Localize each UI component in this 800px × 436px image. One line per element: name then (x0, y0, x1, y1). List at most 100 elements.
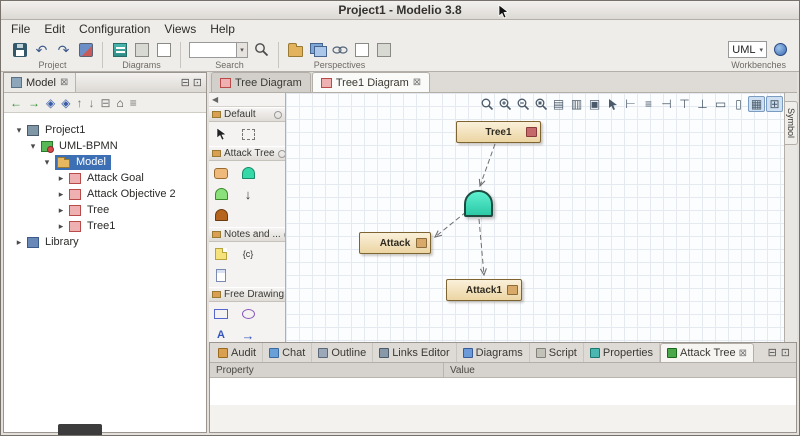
switch-configuration-icon[interactable] (77, 41, 94, 58)
expand-arrow-icon[interactable]: ▸ (56, 189, 66, 200)
perspective-edit-icon[interactable] (375, 41, 392, 58)
move-up-icon[interactable]: ↑ (76, 96, 82, 110)
expand-arrow-icon[interactable]: ▸ (14, 237, 24, 248)
constraint-tool[interactable]: {c} (239, 246, 257, 262)
align-left-icon[interactable]: ⊢ (622, 96, 639, 112)
palette-section-default[interactable]: Default (209, 107, 285, 122)
tree-item-uml-bpmn[interactable]: ▾ UML-BPMN (4, 138, 206, 154)
screenshot-icon[interactable]: ▣ (586, 96, 603, 112)
snap-to-grid-icon[interactable]: ⊞ (766, 96, 783, 112)
tab-chat[interactable]: Chat (263, 343, 313, 362)
perspective-folders-icon[interactable] (309, 41, 327, 58)
or-gate-tool[interactable] (212, 186, 230, 202)
align-right-icon[interactable]: ⊣ (658, 96, 675, 112)
titlebar[interactable]: Project1 - Modelio 3.8 (1, 1, 799, 20)
rectangle-tool[interactable] (212, 306, 230, 322)
zoom-selection-icon[interactable] (478, 96, 495, 112)
navigate-back-icon[interactable]: ← (10, 96, 22, 110)
expand-arrow-icon[interactable]: ▸ (56, 205, 66, 216)
tree-node-tool[interactable] (212, 165, 230, 181)
tab-close-icon[interactable]: ⊠ (739, 348, 747, 359)
text-tool[interactable]: A (212, 327, 230, 342)
section-pin-icon[interactable] (274, 110, 282, 119)
tab-attack-tree[interactable]: Attack Tree ⊠ (660, 343, 755, 362)
align-top-icon[interactable]: ⊤ (676, 96, 693, 112)
palette-section-free-drawing[interactable]: Free Drawing (209, 287, 285, 302)
expand-arrow-icon[interactable]: ▸ (56, 221, 66, 232)
tab-properties[interactable]: Properties (584, 343, 661, 362)
and-gate-node[interactable] (464, 190, 493, 217)
maximize-panel-icon[interactable]: ⊡ (781, 346, 790, 359)
navigate-forward-icon[interactable]: → (28, 96, 40, 110)
menu-edit[interactable]: Edit (37, 21, 72, 37)
expand-arrow-icon[interactable]: ▸ (56, 173, 66, 184)
property-table-body[interactable] (210, 379, 796, 432)
maximize-view-icon[interactable]: ⊡ (193, 76, 202, 89)
tab-script[interactable]: Script (530, 343, 584, 362)
home-icon[interactable]: ⌂ (117, 96, 124, 110)
expand-arrow-icon[interactable]: ▾ (42, 157, 52, 168)
zoom-fit-icon[interactable] (532, 96, 549, 112)
column-property[interactable]: Property (210, 363, 444, 377)
diagram-list-icon[interactable] (133, 41, 150, 58)
tab-tree-diagram[interactable]: Tree Diagram (211, 72, 311, 92)
node-tree1[interactable]: Tree1 (456, 121, 541, 143)
show-grid-icon[interactable]: ▦ (748, 96, 765, 112)
perspective-folder-icon[interactable] (287, 41, 304, 58)
tree-item-tree1[interactable]: ▸ Tree1 (4, 218, 206, 234)
select-tool[interactable] (212, 126, 230, 142)
section-pin-icon[interactable] (283, 230, 285, 239)
tree-item-library[interactable]: ▸ Library (4, 234, 206, 250)
palette-section-notes[interactable]: Notes and ... (209, 227, 285, 242)
tree-options-icon[interactable]: ≡ (130, 96, 137, 110)
node-attack1[interactable]: Attack1 (446, 279, 522, 301)
section-pin-icon[interactable] (277, 149, 285, 158)
related-right-icon[interactable]: ◈ (61, 96, 70, 110)
transfer-arrow-tool[interactable]: ↓ (239, 186, 257, 202)
and-gate-tool[interactable] (239, 165, 257, 181)
tab-audit[interactable]: Audit (212, 343, 264, 362)
column-value[interactable]: Value (444, 365, 475, 376)
tab-diagrams[interactable]: Diagrams (457, 343, 530, 362)
menu-configuration[interactable]: Configuration (72, 21, 157, 37)
same-height-icon[interactable]: ▯ (730, 96, 747, 112)
tree-item-attack-goal[interactable]: ▸ Attack Goal (4, 170, 206, 186)
pointer-mode-icon[interactable] (604, 96, 621, 112)
move-down-icon[interactable]: ↓ (88, 96, 94, 110)
operator-tool[interactable] (212, 207, 230, 223)
tree-item-model[interactable]: ▾ Model (4, 154, 206, 170)
minimize-panel-icon[interactable]: ⊟ (768, 346, 777, 359)
expand-arrow-icon[interactable]: ▾ (14, 125, 24, 136)
expand-arrow-icon[interactable]: ▾ (28, 141, 38, 152)
tab-symbol[interactable]: Symbol (785, 101, 798, 146)
palette-section-attack-tree[interactable]: Attack Tree (209, 146, 285, 161)
related-left-icon[interactable]: ◈ (46, 96, 55, 110)
same-width-icon[interactable]: ▭ (712, 96, 729, 112)
align-bottom-icon[interactable]: ⊥ (694, 96, 711, 112)
open-diagram-icon[interactable] (155, 41, 172, 58)
tab-links-editor[interactable]: Links Editor (373, 343, 457, 362)
diagram-canvas[interactable]: ▤ ▥ ▣ ⊢ ≡ ⊣ ⊤ ⊥ ▭ ▯ ▦ ⊞ Tree1 Attack Att… (286, 93, 786, 342)
model-view-tab[interactable]: Model ⊠ (4, 73, 77, 92)
ellipse-tool[interactable] (239, 306, 257, 322)
document-tool[interactable] (212, 267, 230, 283)
search-icon[interactable] (253, 41, 270, 58)
tree-item-attack-objective-2[interactable]: ▸ Attack Objective 2 (4, 186, 206, 202)
save-icon[interactable] (11, 41, 28, 58)
tab-close-icon[interactable]: ⊠ (413, 77, 421, 88)
search-input[interactable] (189, 41, 237, 58)
tab-tree1-diagram[interactable]: Tree1 Diagram ⊠ (311, 72, 431, 92)
collapse-all-icon[interactable]: ⊟ (100, 96, 110, 110)
align-center-icon[interactable]: ≡ (640, 96, 657, 112)
palette-collapse-icon[interactable]: ◀ (212, 95, 218, 104)
menu-help[interactable]: Help (203, 21, 242, 37)
menu-file[interactable]: File (4, 21, 37, 37)
line-arrow-tool[interactable]: → (239, 327, 257, 343)
search-dropdown-icon[interactable]: ▾ (237, 41, 248, 58)
workbench-icon[interactable] (772, 41, 789, 58)
undo-icon[interactable]: ↶ (33, 41, 50, 58)
note-tool[interactable] (212, 246, 230, 262)
workbench-combo[interactable]: UML ▾ (728, 41, 767, 58)
tree-item-tree[interactable]: ▸ Tree (4, 202, 206, 218)
zoom-out-icon[interactable] (514, 96, 531, 112)
